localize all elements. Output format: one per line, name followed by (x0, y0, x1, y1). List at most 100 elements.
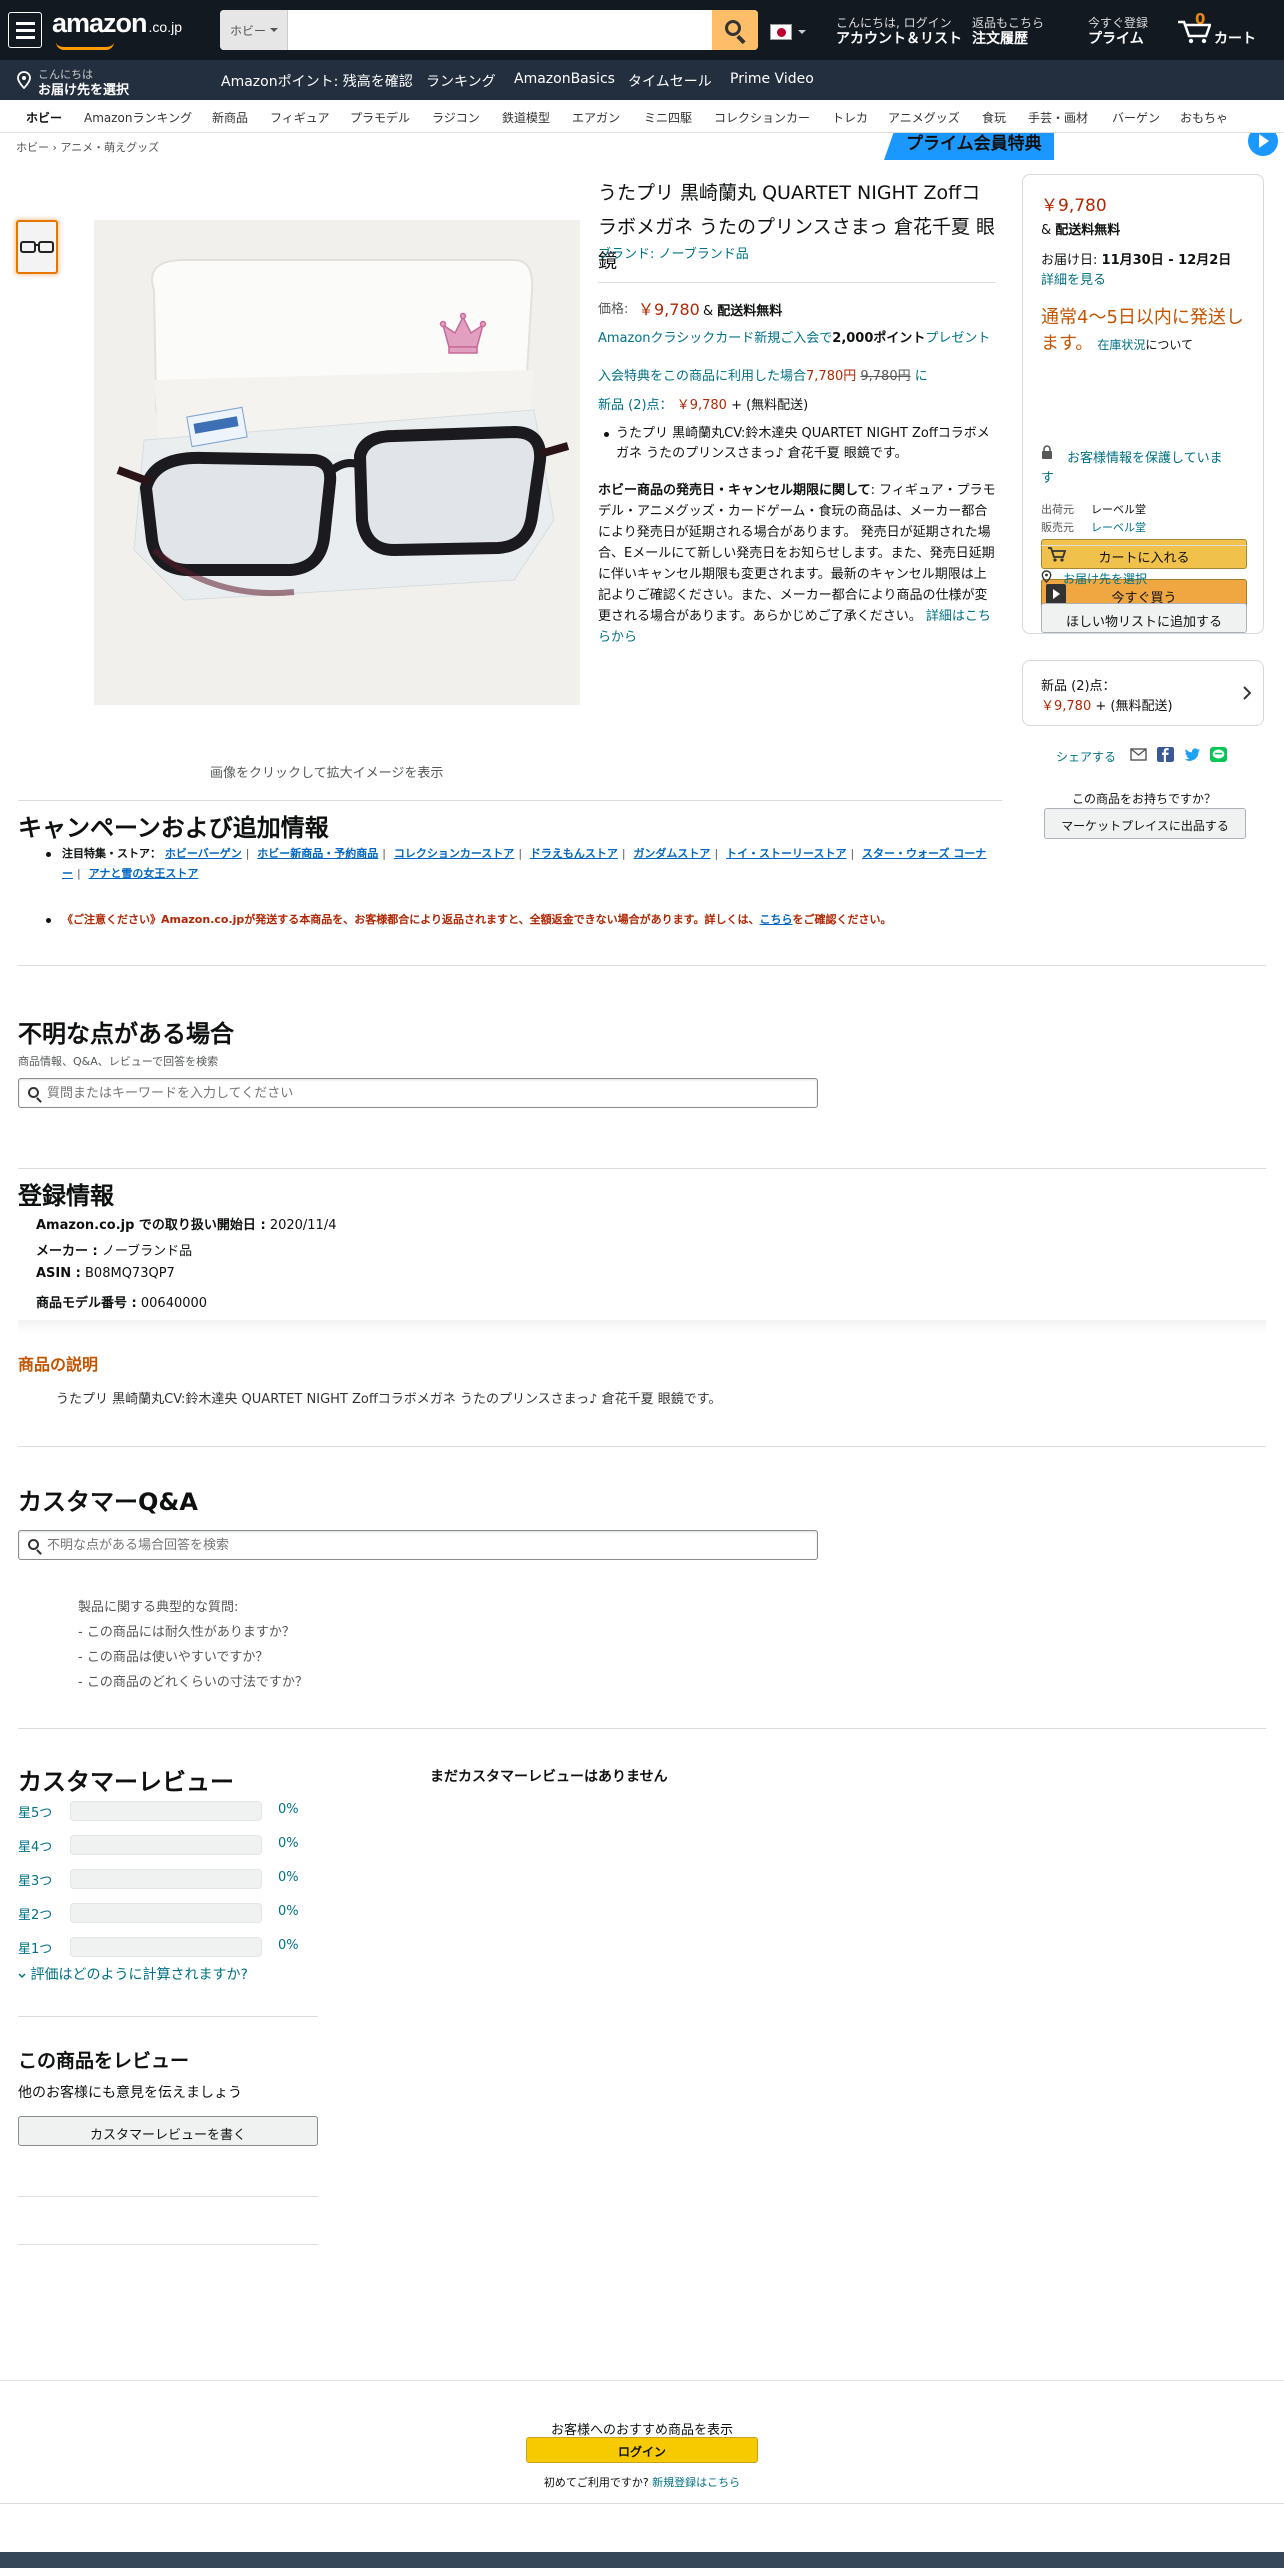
category-craft[interactable]: 手芸・画材 (1028, 109, 1088, 126)
discount-prefix: 入会特典をこの商品に利用した場合 (598, 369, 807, 384)
sign-in-footer: お客様へのおすすめ商品を表示 ログイン 初めてご利用ですか? 新規登録はこちら (0, 2380, 1284, 2504)
register-link[interactable]: 新規登録はこちら (652, 2476, 740, 2489)
qa-search-input[interactable] (47, 1531, 807, 1559)
add-to-wishlist-button[interactable]: ほしい物リストに追加する (1041, 603, 1247, 633)
category-collection-car[interactable]: コレクションカー (714, 109, 810, 126)
store-link-frozen[interactable]: アナと雪の女王ストア (89, 867, 199, 880)
cart-icon[interactable] (1177, 20, 1211, 44)
star-row-4[interactable]: 星4つ 0% (18, 1834, 318, 1855)
account-lists-link[interactable]: アカウント＆リスト (836, 28, 962, 48)
hamburger-menu-icon[interactable] (8, 12, 42, 48)
other-offers-box[interactable]: 新品 (2)点： ￥9,780 + (無料配送) (1022, 660, 1264, 726)
category-tcg[interactable]: トレカ (832, 109, 868, 126)
typical-question[interactable]: - この商品には耐久性がありますか？ (78, 1621, 295, 1640)
twitter-share-icon[interactable] (1184, 747, 1201, 762)
store-link-doraemon[interactable]: ドラえもんストア (530, 847, 618, 860)
category-radiocon[interactable]: ラジコン (432, 109, 480, 126)
new-offers-shipping: + (無料配送) (731, 398, 809, 413)
secure-transaction-link-2[interactable]: す (1041, 467, 1054, 486)
category-anime-goods[interactable]: アニメグッズ (888, 109, 960, 126)
category-railway[interactable]: 鉄道模型 (502, 109, 550, 126)
add-to-cart-button[interactable]: カートに入れる (1041, 539, 1247, 569)
glasses-thumbnail-icon (20, 241, 54, 253)
category-airgun[interactable]: エアガン (572, 109, 620, 126)
secure-transaction-link[interactable]: お客様情報を保護していま (1067, 447, 1223, 466)
deliver-to-select[interactable]: お届け先を選択 (38, 79, 129, 98)
category-mini4wd[interactable]: ミニ四駆 (644, 109, 692, 126)
category-figure[interactable]: フィギュア (270, 109, 330, 126)
return-warning: 《ご注意ください》Amazon.co.jpが発送する本商品を、お客様都合により返… (62, 911, 892, 927)
star-row-2[interactable]: 星2つ 0% (18, 1902, 318, 1923)
category-bargain[interactable]: バーゲン (1112, 109, 1160, 126)
product-title: うたプリ 黒崎蘭丸 QUARTET NIGHT Zoffコラボメガネ うたのプリ… (598, 182, 995, 272)
nav-amazonbasics[interactable]: AmazonBasics (514, 71, 615, 87)
breadcrumb[interactable]: ホビー › アニメ・萌えグッズ (16, 139, 159, 155)
section-divider (18, 1728, 1266, 1729)
question-search-input[interactable] (47, 1079, 807, 1107)
add-to-cart-label: カートに入れる (1098, 551, 1190, 566)
category-ranking[interactable]: Amazonランキング (84, 109, 192, 126)
star-label: 星3つ (18, 1874, 53, 1889)
nav-prime-video[interactable]: Prime Video (730, 71, 814, 87)
sell-question: この商品をお持ちですか？ (1072, 792, 1217, 806)
nav-points[interactable]: Amazonポイント: 残高を確認 (221, 71, 413, 91)
typical-question[interactable]: - この商品のどれくらいの寸法ですか？ (78, 1671, 308, 1690)
category-toys[interactable]: おもちゃ (1180, 109, 1228, 126)
nav-timesale[interactable]: タイムセール (628, 71, 712, 91)
how-ratings-calculated-link[interactable]: 評価はどのように計算されますか? (18, 1964, 248, 1984)
reg-value: ノーブランド品 (101, 1244, 193, 1259)
star-row-1[interactable]: 星1つ 0% (18, 1936, 318, 1957)
card-promo-discount[interactable]: 入会特典をこの商品に利用した場合7,780円 9,780円 に (598, 367, 998, 387)
star-label: 星4つ (18, 1840, 53, 1855)
store-link-gundam[interactable]: ガンダムストア (633, 847, 710, 860)
orders-link[interactable]: 注文履歴 (972, 28, 1028, 48)
sold-by-link[interactable]: レーベル堂 (1091, 519, 1146, 535)
cart-label[interactable]: カート (1214, 28, 1256, 48)
return-warning-a: 《ご注意ください》Amazon.co.jpが発送する本商品を、お客様都合により返… (62, 913, 760, 926)
category-plamodel[interactable]: プラモデル (350, 109, 410, 126)
store-link-new[interactable]: ホビー新商品・予約商品 (257, 847, 378, 860)
image-thumbnail[interactable] (16, 220, 58, 274)
rating-bar (70, 1903, 262, 1923)
return-warning-link[interactable]: こちら (760, 913, 793, 926)
chevron-right-icon (1243, 686, 1251, 700)
search-input[interactable] (288, 10, 712, 50)
line-share-icon[interactable] (1210, 747, 1227, 762)
star-row-5[interactable]: 星5つ 0% (18, 1800, 318, 1821)
card-promo[interactable]: Amazonクラシックカード新規ご入会で2,000ポイントプレゼント (598, 329, 998, 349)
category-hobby[interactable]: ホビー (26, 109, 62, 126)
login-button[interactable]: ログイン (526, 2437, 758, 2463)
amazon-logo[interactable]: amazon .co.jp (52, 8, 182, 39)
brand-link[interactable]: ブランド: ノーブランド品 (598, 243, 749, 262)
store-link-bargain[interactable]: ホビーバーゲン (165, 847, 242, 860)
typical-question[interactable]: - この商品は使いやすいですか？ (78, 1646, 268, 1665)
sell-marketplace-button[interactable]: マーケットプレイスに出品する (1044, 808, 1246, 839)
logo-suffix: .co.jp (148, 19, 182, 35)
japan-flag-icon[interactable] (770, 24, 792, 40)
star-row-3[interactable]: 星3つ 0% (18, 1868, 318, 1889)
new-offers-link[interactable]: 新品 (2)点： (598, 398, 673, 413)
notice-title: ホビー商品の発売日・キャンセル期限に関して (598, 483, 871, 498)
search-button[interactable] (712, 10, 758, 50)
nav-ranking[interactable]: ランキング (426, 71, 496, 91)
description-heading: 商品の説明 (18, 1355, 99, 1374)
store-link-toystory[interactable]: トイ・ストーリーストア (726, 847, 846, 860)
no-reviews-text: まだカスタマーレビューはありません (430, 1769, 668, 1785)
delivery-details-link[interactable]: 詳細を見る (1041, 269, 1106, 288)
category-new[interactable]: 新商品 (212, 109, 248, 126)
main-product-image[interactable] (94, 220, 580, 705)
back-to-top-bar[interactable] (0, 2552, 1284, 2568)
write-review-button[interactable]: カスタマーレビューを書く (18, 2116, 318, 2146)
recommend-text: お客様へのおすすめ商品を表示 (550, 2423, 733, 2438)
email-share-icon[interactable] (1130, 747, 1147, 762)
prime-link[interactable]: プライム (1088, 28, 1144, 48)
search-category-dropdown[interactable]: ホビー (220, 10, 288, 50)
location-pin-icon[interactable] (16, 71, 32, 89)
stock-link[interactable]: 在庫状況 (1097, 338, 1145, 352)
store-link-collection-car[interactable]: コレクションカーストア (394, 847, 514, 860)
facebook-share-icon[interactable] (1157, 747, 1174, 762)
buy-box: ￥9,780 & 配送料無料 お届け日: 11月30日 - 12月2日 詳細を見… (1022, 174, 1264, 634)
select-address-link[interactable]: お届け先を選択 (1063, 570, 1147, 587)
buybox-free-shipping: 配送料無料 (1055, 223, 1121, 238)
category-shokugan[interactable]: 食玩 (982, 109, 1006, 126)
